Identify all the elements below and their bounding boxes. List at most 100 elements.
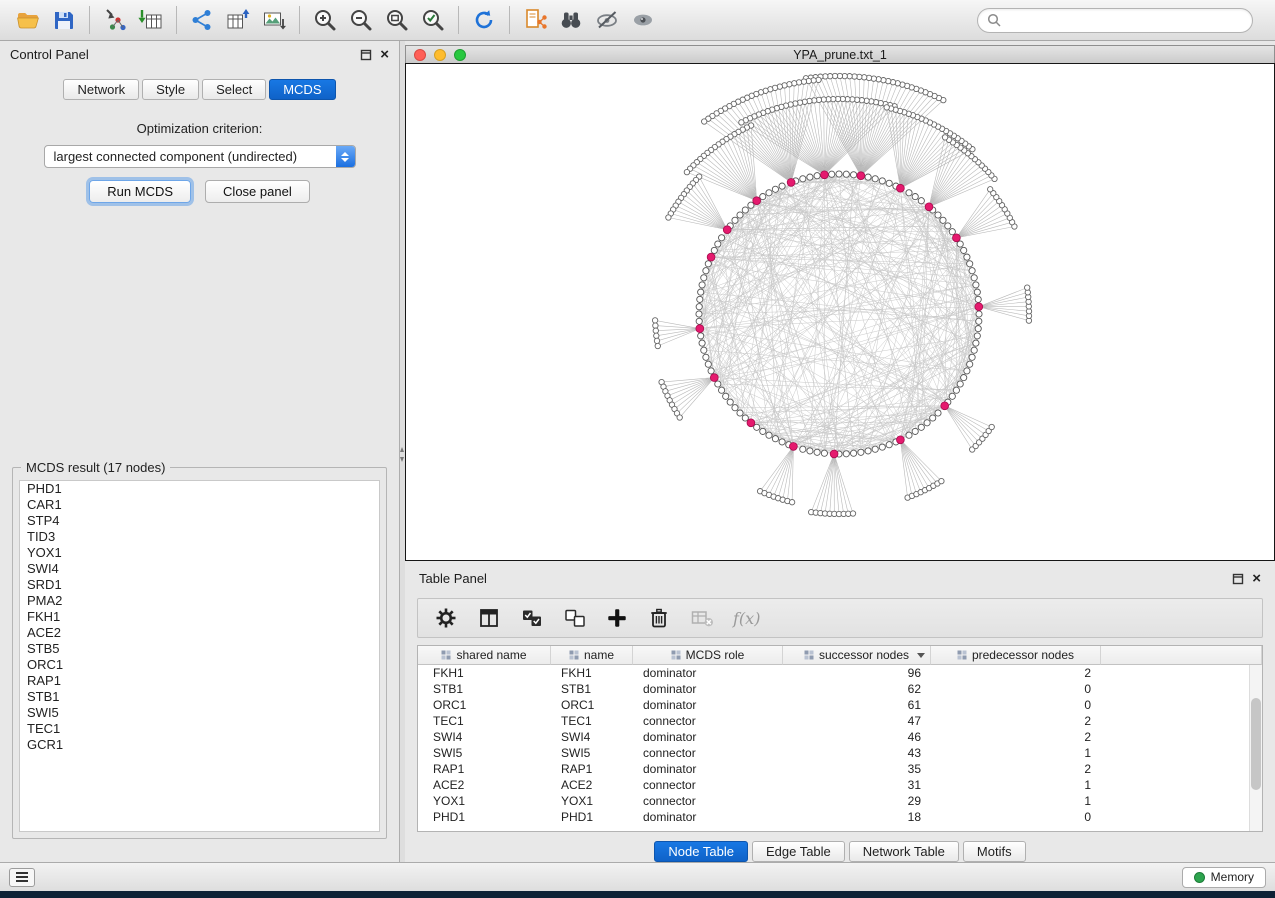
network-node[interactable] [737,212,743,218]
dominator-node[interactable] [710,374,718,382]
tab-mcds[interactable]: MCDS [269,79,335,100]
dominator-node[interactable] [707,253,715,261]
network-node[interactable] [732,405,738,411]
select-all-button[interactable] [520,606,544,630]
table-settings-button[interactable] [434,606,458,630]
network-node[interactable] [945,223,951,229]
dominator-node[interactable] [925,203,933,211]
network-node[interactable] [918,198,924,204]
mcds-result-item[interactable]: TEC1 [20,721,379,737]
table-row[interactable]: SWI4SWI4dominator462 [418,729,1262,745]
network-node[interactable] [976,311,982,317]
function-builder-button[interactable]: f(x) [733,609,760,628]
leaf-node[interactable] [988,187,993,192]
network-node[interactable] [696,304,702,310]
network-node[interactable] [821,450,827,456]
share-document-button[interactable] [517,3,553,37]
network-node[interactable] [858,449,864,455]
leaf-node[interactable] [652,318,657,323]
network-node[interactable] [912,428,918,434]
network-node[interactable] [779,183,785,189]
network-node[interactable] [935,410,941,416]
export-table-button[interactable] [220,3,256,37]
network-node[interactable] [836,171,842,177]
network-node[interactable] [865,174,871,180]
table-row[interactable]: FKH1FKH1dominator962 [418,665,1262,681]
network-node[interactable] [973,340,979,346]
status-menu-button[interactable] [9,868,35,887]
network-node[interactable] [886,180,892,186]
float-window-icon[interactable] [360,49,372,61]
column-header-successor-nodes[interactable]: successor nodes [783,646,931,665]
network-node[interactable] [814,173,820,179]
dominator-node[interactable] [787,179,795,187]
network-node[interactable] [732,217,738,223]
mcds-result-item[interactable]: STP4 [20,513,379,529]
tab-select[interactable]: Select [202,79,266,100]
leaf-node[interactable] [677,415,682,420]
leaf-node[interactable] [653,328,658,333]
leaf-node[interactable] [653,323,658,328]
dominator-node[interactable] [830,450,838,458]
zoom-selected-button[interactable] [415,3,451,37]
network-node[interactable] [807,174,813,180]
close-icon[interactable]: × [1252,573,1261,585]
network-node[interactable] [807,448,813,454]
table-row[interactable]: SWI5SWI5connector431 [418,745,1262,761]
network-node[interactable] [711,247,717,253]
dominator-node[interactable] [897,436,905,444]
network-node[interactable] [940,217,946,223]
mcds-result-item[interactable]: PHD1 [20,481,379,497]
mcds-result-item[interactable]: PMA2 [20,593,379,609]
network-node[interactable] [957,241,963,247]
network-node[interactable] [974,289,980,295]
network-node[interactable] [705,361,711,367]
network-node[interactable] [697,296,703,302]
search-box[interactable] [977,8,1253,33]
mcds-result-item[interactable]: STB5 [20,641,379,657]
create-column-button[interactable] [606,607,628,629]
network-node[interactable] [696,318,702,324]
network-node[interactable] [924,420,930,426]
table-row[interactable]: TEC1TEC1connector472 [418,713,1262,729]
import-network-button[interactable] [97,3,133,37]
dominator-node[interactable] [790,443,798,451]
network-node[interactable] [727,399,733,405]
network-node[interactable] [906,190,912,196]
tab-edge-table[interactable]: Edge Table [752,841,845,862]
network-node[interactable] [701,347,707,353]
network-node[interactable] [737,410,743,416]
refresh-button[interactable] [466,3,502,37]
network-node[interactable] [886,442,892,448]
mcds-result-item[interactable]: CAR1 [20,497,379,513]
export-image-button[interactable] [256,3,292,37]
mcds-result-item[interactable]: TID3 [20,529,379,545]
leaf-node[interactable] [654,338,659,343]
network-node[interactable] [715,241,721,247]
leaf-node[interactable] [789,500,794,505]
dominator-node[interactable] [941,402,949,410]
network-node[interactable] [766,190,772,196]
open-session-button[interactable] [10,3,46,37]
network-node[interactable] [912,194,918,200]
network-node[interactable] [971,347,977,353]
leaf-node[interactable] [989,424,994,429]
network-node[interactable] [969,268,975,274]
mcds-result-item[interactable]: RAP1 [20,673,379,689]
zoom-fit-button[interactable] [379,3,415,37]
table-row[interactable]: YOX1YOX1connector291 [418,793,1262,809]
network-node[interactable] [742,207,748,213]
dominator-node[interactable] [696,325,704,333]
network-node[interactable] [754,424,760,430]
network-node[interactable] [703,354,709,360]
network-node[interactable] [829,171,835,177]
close-icon[interactable]: × [380,49,389,61]
network-node[interactable] [843,451,849,457]
leaf-node[interactable] [654,333,659,338]
tab-network-table[interactable]: Network Table [849,841,959,862]
tab-network[interactable]: Network [63,79,139,100]
network-node[interactable] [742,415,748,421]
import-table-button[interactable] [133,3,169,37]
network-node[interactable] [723,393,729,399]
mcds-result-item[interactable]: SWI4 [20,561,379,577]
